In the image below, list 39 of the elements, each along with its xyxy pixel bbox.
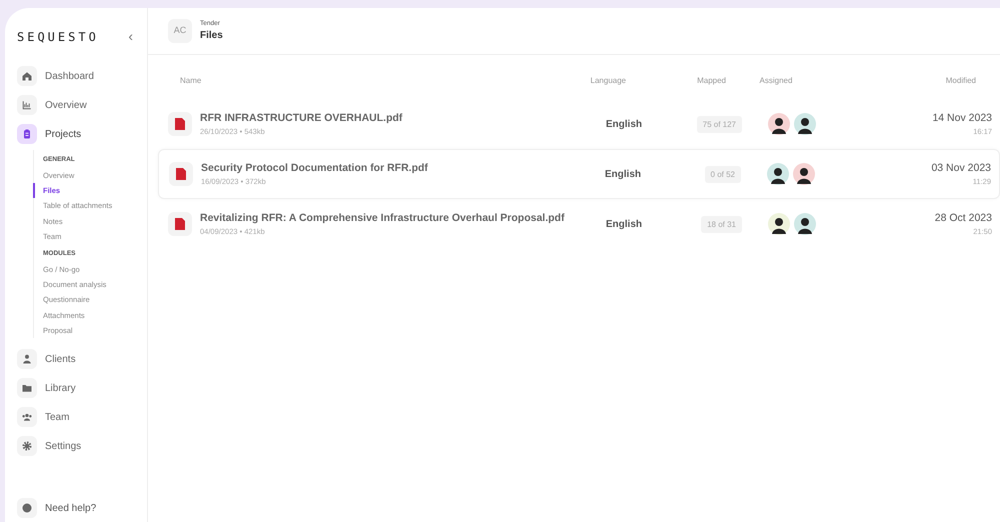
- mapped-count: 75 of 127: [696, 116, 742, 132]
- column-header: Modified: [944, 75, 976, 87]
- pdf-file-icon: [168, 112, 192, 136]
- language: English: [604, 168, 641, 182]
- collapse-button[interactable]: ‹: [122, 26, 139, 47]
- nav-item[interactable]: Overview: [17, 92, 147, 118]
- modified-date: 28 Oct 2023: [934, 210, 992, 226]
- clipboard-icon: [17, 124, 37, 144]
- column-header: Assigned: [758, 75, 794, 87]
- modified-date: 14 Nov 2023: [931, 110, 992, 126]
- help-link[interactable]: Need help?: [45, 500, 96, 516]
- nav-item[interactable]: Dashboard: [17, 63, 147, 89]
- column-header: Mapped: [696, 75, 726, 87]
- nav-item[interactable]: Team: [17, 404, 147, 430]
- user-icon: [17, 349, 37, 369]
- logo: SEQUESTO: [17, 28, 99, 46]
- column-header: Name: [179, 75, 202, 87]
- pdf-file-icon: [168, 212, 192, 236]
- nav-item[interactable]: Settings: [17, 433, 147, 459]
- pdf-file-icon: [169, 162, 193, 186]
- mapped-count: 18 of 31: [701, 216, 742, 232]
- modified-date: 03 Nov 2023: [930, 160, 991, 176]
- users-icon: [17, 407, 37, 427]
- nav-item[interactable]: Clients: [17, 346, 147, 372]
- folder-icon: [17, 378, 37, 398]
- chart-icon: [17, 95, 37, 115]
- file-name: RFR INFRASTRUCTURE OVERHAUL.pdf: [200, 110, 402, 126]
- file-name: Revitalizing RFR: A Comprehensive Infrastructure Overhaul Proposal.pdf: [200, 210, 564, 226]
- column-header: Language: [589, 75, 626, 87]
- language: English: [604, 118, 642, 132]
- nav-item[interactable]: Projects: [17, 121, 147, 147]
- nav-item[interactable]: Library: [17, 375, 147, 401]
- page-title: Files: [200, 29, 223, 44]
- home-icon: [17, 66, 37, 86]
- project-avatar: AC: [168, 19, 192, 43]
- file-name: Security Protocol Documentation for RFR.pdf: [201, 160, 428, 176]
- language: English: [604, 218, 642, 232]
- mapped-count: 0 of 52: [704, 166, 741, 182]
- settings-icon: [17, 436, 37, 456]
